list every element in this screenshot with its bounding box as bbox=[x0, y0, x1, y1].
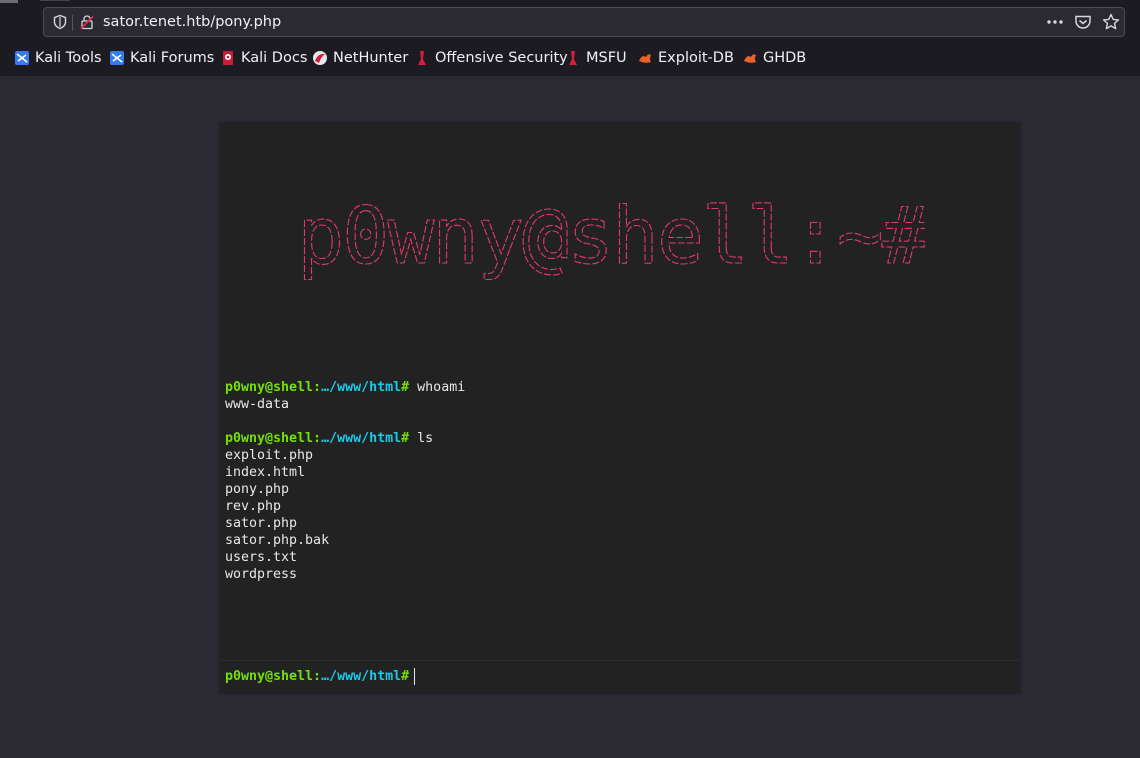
bookmark-label: GHDB bbox=[763, 50, 807, 66]
bookmarks-toolbar: Kali Tools Kali Forums Kali Docs NetHunt… bbox=[0, 46, 1140, 70]
bookmark-ghdb[interactable]: GHDB bbox=[742, 46, 806, 70]
command-text: whoami bbox=[417, 380, 466, 395]
browser-chrome: sator.tenet.htb/pony.php Kali Tools Kali… bbox=[0, 0, 1140, 76]
banner-text: p0wny@shell:~# bbox=[300, 192, 925, 282]
output-line: index.html bbox=[225, 465, 306, 480]
prompt-suffix: # bbox=[401, 669, 410, 684]
tab-indicator-secondary bbox=[40, 0, 70, 1]
bookmark-star-icon[interactable] bbox=[1102, 13, 1120, 31]
bookmark-kali-forums[interactable]: Kali Forums bbox=[109, 46, 214, 70]
bookmark-label: MSFU bbox=[586, 50, 627, 66]
output-line: sator.php bbox=[225, 516, 298, 531]
command-history: p0wny@shell:…/www/html# whoami www-data p0… bbox=[225, 379, 1005, 583]
text-caret bbox=[414, 668, 415, 685]
command-bar: p0wny@shell:…/www/html# bbox=[220, 660, 1020, 693]
address-bar[interactable]: sator.tenet.htb/pony.php bbox=[43, 7, 1125, 37]
output-line: exploit.php bbox=[225, 448, 314, 463]
prompt-path: …/www/html bbox=[321, 380, 402, 395]
output-line: pony.php bbox=[225, 482, 290, 497]
prompt-path: …/www/html bbox=[321, 431, 402, 446]
history-spacer bbox=[225, 413, 1005, 430]
bookmark-label: Offensive Security bbox=[435, 50, 568, 66]
exploitdb-icon bbox=[744, 54, 756, 63]
shield-icon[interactable] bbox=[52, 14, 68, 30]
prompt-user: p0wny@shell: bbox=[225, 669, 322, 684]
kali-dragon-icon bbox=[15, 51, 29, 65]
shell-output: p0wny@shell:…/www/html# whoami www-data p0… bbox=[225, 345, 1005, 600]
bookmark-label: Exploit-DB bbox=[658, 50, 734, 66]
command-line: p0wny@shell:…/www/html# ls bbox=[225, 430, 1005, 447]
output-line: rev.php bbox=[225, 499, 282, 514]
page-actions-menu-icon[interactable] bbox=[1046, 14, 1064, 30]
tab-indicator bbox=[0, 0, 18, 3]
offsec-icon bbox=[569, 51, 577, 65]
output-line: users.txt bbox=[225, 550, 298, 565]
pocket-icon[interactable] bbox=[1074, 14, 1092, 30]
bookmark-label: NetHunter bbox=[333, 50, 409, 66]
input-prompt: p0wny@shell:…/www/html# bbox=[225, 668, 409, 685]
prompt-suffix: # bbox=[401, 380, 410, 395]
bookmark-kali-tools[interactable]: Kali Tools bbox=[14, 46, 102, 70]
url-separator bbox=[72, 15, 73, 31]
insecure-connection-icon[interactable] bbox=[79, 14, 95, 30]
bookmark-label: Kali Tools bbox=[35, 50, 102, 66]
bookmark-exploit-db[interactable]: Exploit-DB bbox=[637, 46, 734, 70]
output-line: sator.php.bak bbox=[225, 533, 330, 548]
prompt-path: …/www/html bbox=[321, 669, 402, 684]
prompt-suffix: # bbox=[401, 431, 410, 446]
output-line: wordpress bbox=[225, 567, 298, 582]
command-input[interactable] bbox=[412, 667, 1002, 686]
prompt-user: p0wny@shell: bbox=[225, 380, 322, 395]
bookmark-offensive-security[interactable]: Offensive Security bbox=[414, 46, 568, 70]
bookmark-kali-docs[interactable]: Kali Docs bbox=[220, 46, 307, 70]
command-line: p0wny@shell:…/www/html# whoami bbox=[225, 379, 1005, 396]
kali-dragon-icon bbox=[110, 51, 124, 65]
p0wny-shell-banner: p0wny@shell:~# bbox=[300, 191, 925, 282]
output-line: www-data bbox=[225, 397, 290, 412]
exploitdb-icon bbox=[639, 54, 651, 63]
offsec-icon bbox=[418, 51, 426, 65]
bookmark-nethunter[interactable]: NetHunter bbox=[312, 46, 408, 70]
bookmark-label: Kali Forums bbox=[130, 50, 215, 66]
command-text: ls bbox=[417, 431, 434, 446]
kali-docs-icon bbox=[223, 51, 233, 65]
bookmark-msfu[interactable]: MSFU bbox=[565, 46, 627, 70]
prompt-user: p0wny@shell: bbox=[225, 431, 322, 446]
bookmark-label: Kali Docs bbox=[241, 50, 308, 66]
nethunter-icon bbox=[313, 51, 327, 65]
url-text[interactable]: sator.tenet.htb/pony.php bbox=[103, 14, 281, 30]
